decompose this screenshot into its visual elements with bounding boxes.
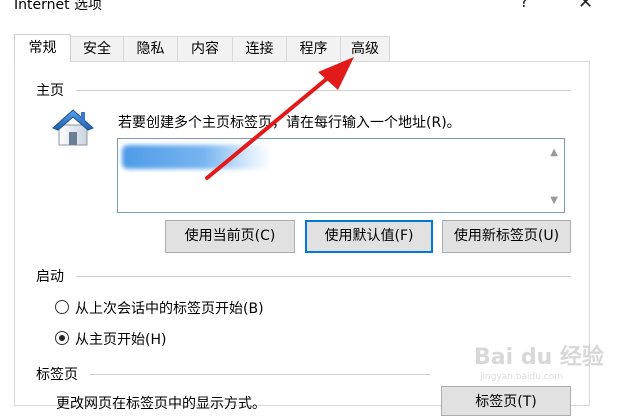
watermark-sub: jingyan.baidu.com xyxy=(479,372,563,382)
tab-security[interactable]: 安全 xyxy=(70,36,124,61)
homepage-hint: 若要创建多个主页标签页，请在每行输入一个地址(R)。 xyxy=(118,115,461,131)
radio-last-session[interactable] xyxy=(55,300,69,314)
startup-group-line xyxy=(76,276,571,277)
scroll-down-icon[interactable]: ▼ xyxy=(550,195,558,206)
tabs-group-line xyxy=(90,374,430,375)
radio-homepage-label: 从主页开始(H) xyxy=(75,332,167,348)
tab-advanced[interactable]: 高级 xyxy=(340,36,390,61)
home-icon xyxy=(52,109,94,146)
close-button[interactable]: ✕ xyxy=(578,0,593,13)
tab-content[interactable]: 内容 xyxy=(177,36,233,61)
tabs-settings-button[interactable]: 标签页(T) xyxy=(441,386,571,416)
homepage-group-line xyxy=(76,90,571,91)
homepage-group-title: 主页 xyxy=(36,83,64,99)
tab-general[interactable]: 常规 xyxy=(14,34,71,62)
use-new-tab-button[interactable]: 使用新标签页(U) xyxy=(442,220,571,253)
startup-group-title: 启动 xyxy=(36,269,64,285)
title-bar: Internet 选项 ? ✕ xyxy=(0,0,620,14)
baidu-watermark: Bai du 经验 jingyan.baidu.com xyxy=(474,344,604,382)
radio-last-session-label: 从上次会话中的标签页开始(B) xyxy=(75,301,264,317)
window-title: Internet 选项 xyxy=(14,0,103,13)
scroll-up-icon[interactable]: ▲ xyxy=(550,147,558,158)
tab-privacy[interactable]: 隐私 xyxy=(123,36,178,61)
use-default-button[interactable]: 使用默认值(F) xyxy=(305,220,433,253)
radio-homepage[interactable] xyxy=(55,331,69,345)
tab-programs[interactable]: 程序 xyxy=(286,36,341,61)
tabs-hint: 更改网页在标签页中的显示方式。 xyxy=(56,396,266,412)
homepage-url-textarea[interactable]: ▲ ▼ xyxy=(117,138,565,213)
use-current-button[interactable]: 使用当前页(C) xyxy=(165,220,295,253)
help-button[interactable]: ? xyxy=(520,0,529,11)
homepage-url-value xyxy=(122,145,272,169)
tab-connections[interactable]: 连接 xyxy=(232,36,287,61)
watermark-text: Bai du 经验 xyxy=(474,344,604,370)
tabs-group-title: 标签页 xyxy=(36,367,78,383)
